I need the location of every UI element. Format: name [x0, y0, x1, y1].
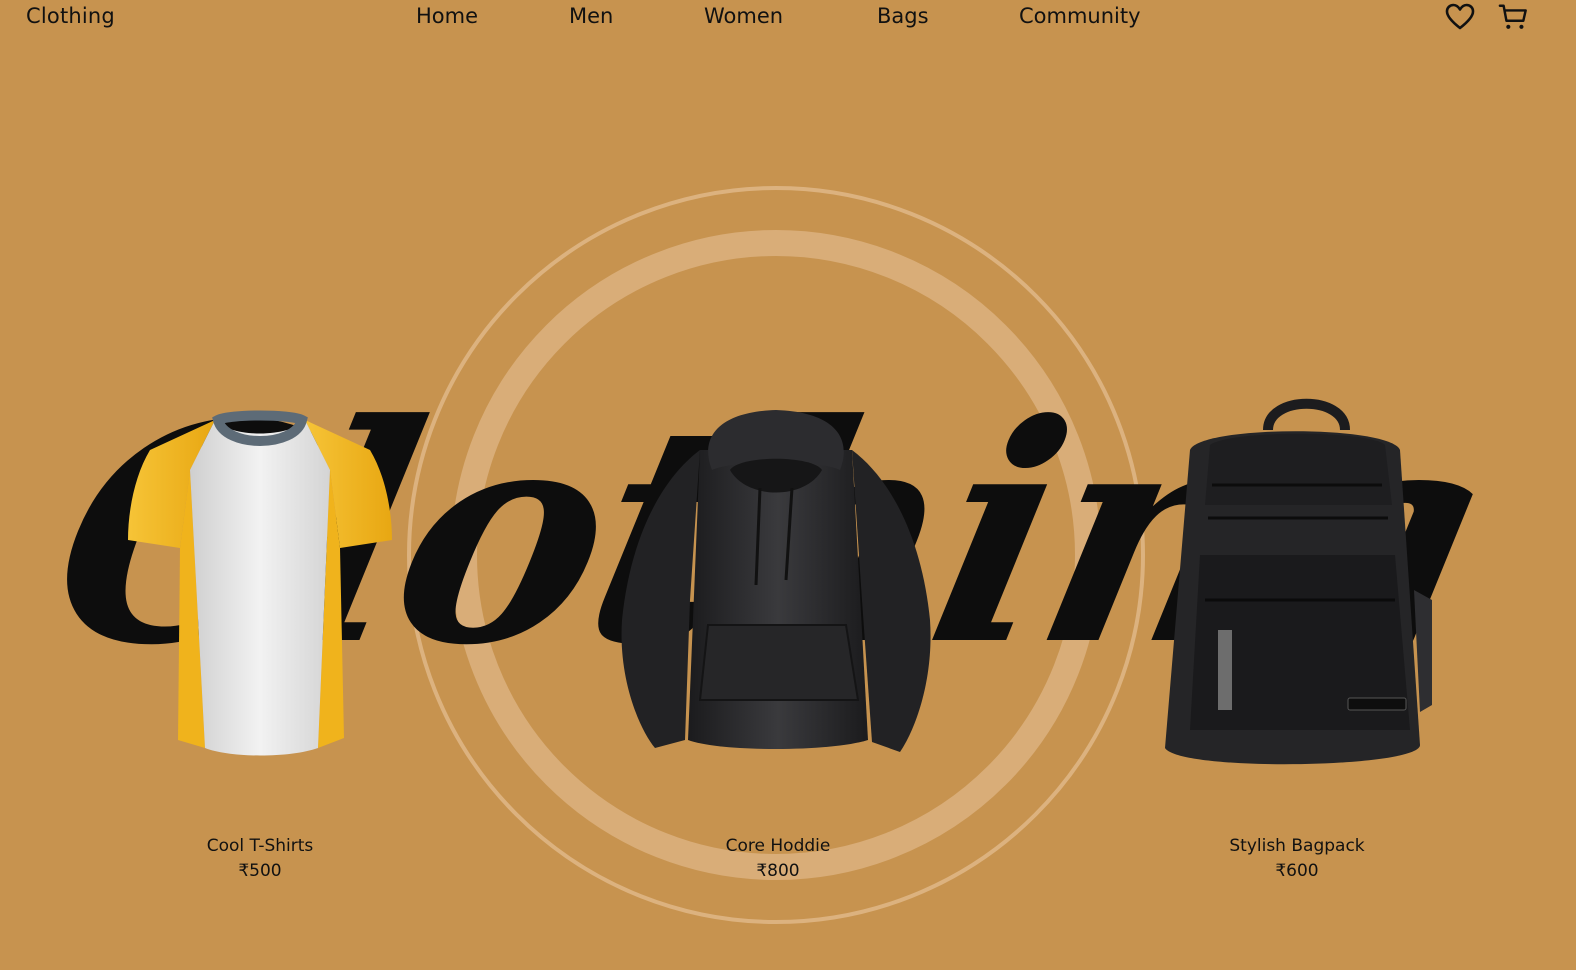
page: Clothing Home Men Women Bags Community C… — [0, 0, 1576, 970]
hero-visual: Clothing — [27, 186, 1506, 924]
product-price: ₹600 — [1275, 861, 1319, 881]
product-name: Stylish Bagpack — [1229, 836, 1365, 856]
product-name: Core Hoddie — [725, 836, 831, 856]
product-image-backpack[interactable] — [1165, 398, 1432, 765]
product-card-backpack[interactable]: Stylish Bagpack ₹600 — [1177, 834, 1417, 884]
product-price: ₹500 — [238, 861, 282, 881]
product-name: Cool T-Shirts — [206, 836, 314, 856]
product-card-tshirt[interactable]: Cool T-Shirts ₹500 — [140, 834, 380, 884]
product-card-hoodie[interactable]: Core Hoddie ₹800 — [658, 834, 898, 884]
product-price: ₹800 — [756, 861, 800, 881]
